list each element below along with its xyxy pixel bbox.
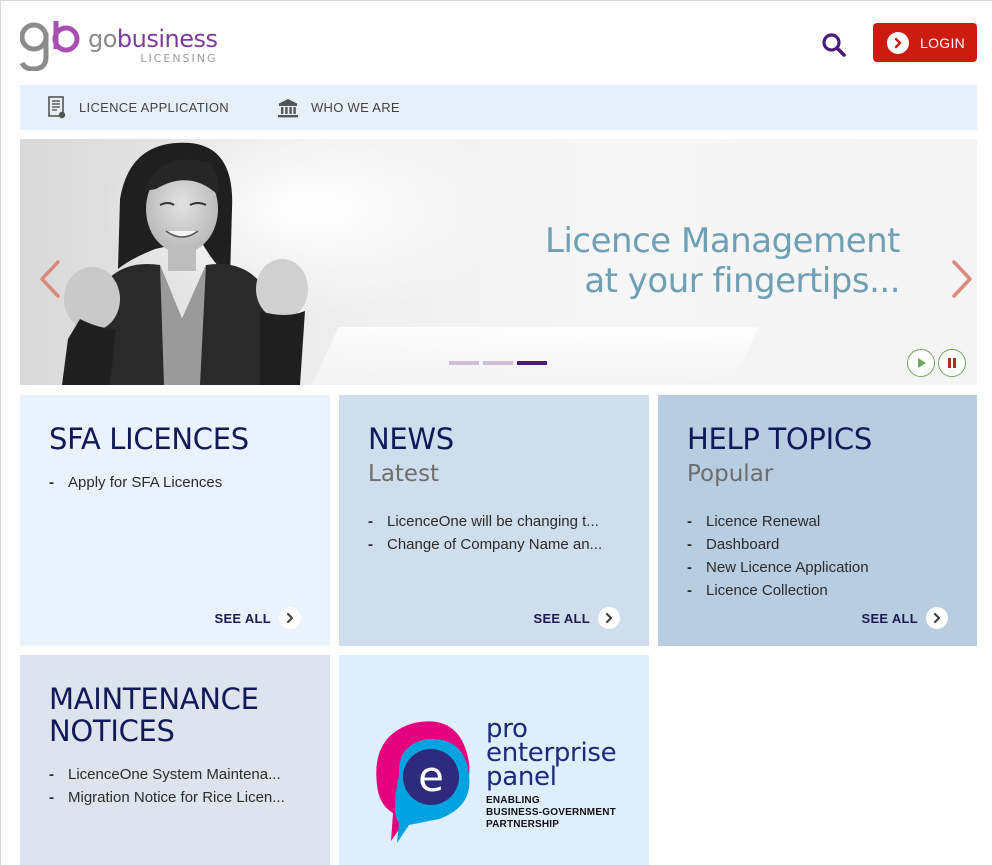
list-item[interactable]: - Licence Renewal: [687, 510, 952, 533]
chevron-right-circle-icon: [887, 31, 909, 54]
carousel-dot[interactable]: [449, 361, 479, 365]
see-all-button[interactable]: SEE ALL: [214, 607, 301, 629]
logo-text: gobusiness LICENSING: [88, 27, 218, 65]
list-item[interactable]: - New Licence Application: [687, 556, 952, 579]
card-subtitle: Latest: [368, 461, 440, 487]
main-nav: LICENCE APPLICATION WHO WE ARE: [20, 85, 977, 130]
svg-text:e: e: [418, 752, 444, 801]
card-title: SFA LICENCES: [49, 422, 249, 456]
carousel-prev-arrow-icon[interactable]: [38, 259, 62, 304]
sfa-licences-card: SFA LICENCES - Apply for SFA Licences SEE…: [20, 395, 330, 646]
play-icon: [918, 358, 926, 368]
pro-enterprise-panel-logo-icon: e: [376, 721, 470, 843]
list-item[interactable]: - LicenceOne will be changing t...: [368, 510, 633, 533]
carousel-dot[interactable]: [483, 361, 513, 365]
card-subtitle: Popular: [687, 461, 774, 487]
gobusiness-logo[interactable]: gobusiness LICENSING: [20, 19, 220, 71]
pause-icon: [948, 358, 956, 368]
nav-label: WHO WE ARE: [310, 100, 400, 115]
pro-enterprise-panel-text: pro enterprise panel ENABLING BUSINESS-G…: [486, 714, 617, 830]
banner-line-2: at your fingertips...: [584, 261, 900, 301]
card-title: MAINTENANCE NOTICES: [49, 682, 259, 748]
see-all-button[interactable]: SEE ALL: [533, 607, 620, 629]
logo-brand: gobusiness: [88, 25, 218, 53]
banner-photo-woman: [62, 142, 308, 385]
list-item[interactable]: - Licence Collection: [687, 579, 952, 602]
page: gobusiness LICENSING LOGIN LICENCE APPLI…: [0, 0, 992, 865]
carousel-next-arrow-icon[interactable]: [950, 259, 974, 304]
list-item[interactable]: - Dashboard: [687, 533, 952, 556]
search-button[interactable]: [821, 32, 847, 58]
list-item[interactable]: - Migration Notice for Rice Licen...: [49, 786, 314, 809]
pro-enterprise-panel-card[interactable]: e pro enterprise panel ENABLING BUSINESS…: [339, 655, 649, 865]
see-all-button[interactable]: SEE ALL: [861, 607, 948, 629]
institution-building-icon: [277, 98, 299, 118]
carousel-pause-button[interactable]: [938, 349, 966, 377]
gb-logo-mark-icon: [20, 21, 80, 71]
carousel-dot-active[interactable]: [517, 361, 547, 365]
carousel-play-button[interactable]: [907, 349, 935, 377]
login-button[interactable]: LOGIN: [873, 23, 977, 62]
maintenance-notices-card: MAINTENANCE NOTICES - LicenceOne System Ma…: [20, 655, 330, 865]
nav-label: LICENCE APPLICATION: [79, 100, 229, 115]
help-topics-list: - Licence Renewal - Dashboard - New Licence…: [687, 510, 952, 602]
nav-item-licence-application[interactable]: LICENCE APPLICATION: [47, 95, 229, 120]
carousel-indicators: [449, 361, 547, 365]
nav-item-who-we-are[interactable]: WHO WE ARE: [277, 98, 400, 118]
hero-carousel: Licence Management at your fingertips...: [20, 139, 977, 385]
search-icon: [822, 33, 846, 57]
card-title: HELP TOPICS: [687, 422, 872, 456]
news-card: NEWS Latest - LicenceOne will be changing…: [339, 395, 649, 646]
chevron-right-icon: [926, 607, 948, 629]
card-title: NEWS: [368, 422, 454, 456]
chevron-right-icon: [598, 607, 620, 629]
logo-subtitle: LICENSING: [140, 52, 218, 65]
document-certificate-icon: [47, 95, 67, 120]
header: gobusiness LICENSING LOGIN: [1, 1, 992, 85]
list-item[interactable]: - Apply for SFA Licences: [49, 471, 314, 494]
maintenance-list: - LicenceOne System Maintena... - Migratio…: [49, 763, 314, 809]
banner-headline: Licence Management at your fingertips...: [520, 221, 900, 301]
list-item[interactable]: - LicenceOne System Maintena...: [49, 763, 314, 786]
list-item[interactable]: - Change of Company Name an...: [368, 533, 633, 556]
banner-line-1: Licence Management: [545, 221, 900, 261]
login-label: LOGIN: [920, 34, 966, 51]
news-list: - LicenceOne will be changing t... - Chang…: [368, 510, 633, 556]
chevron-right-icon: [279, 607, 301, 629]
help-topics-card: HELP TOPICS Popular - Licence Renewal - Da…: [658, 395, 977, 646]
sfa-links-list: - Apply for SFA Licences: [49, 471, 314, 494]
